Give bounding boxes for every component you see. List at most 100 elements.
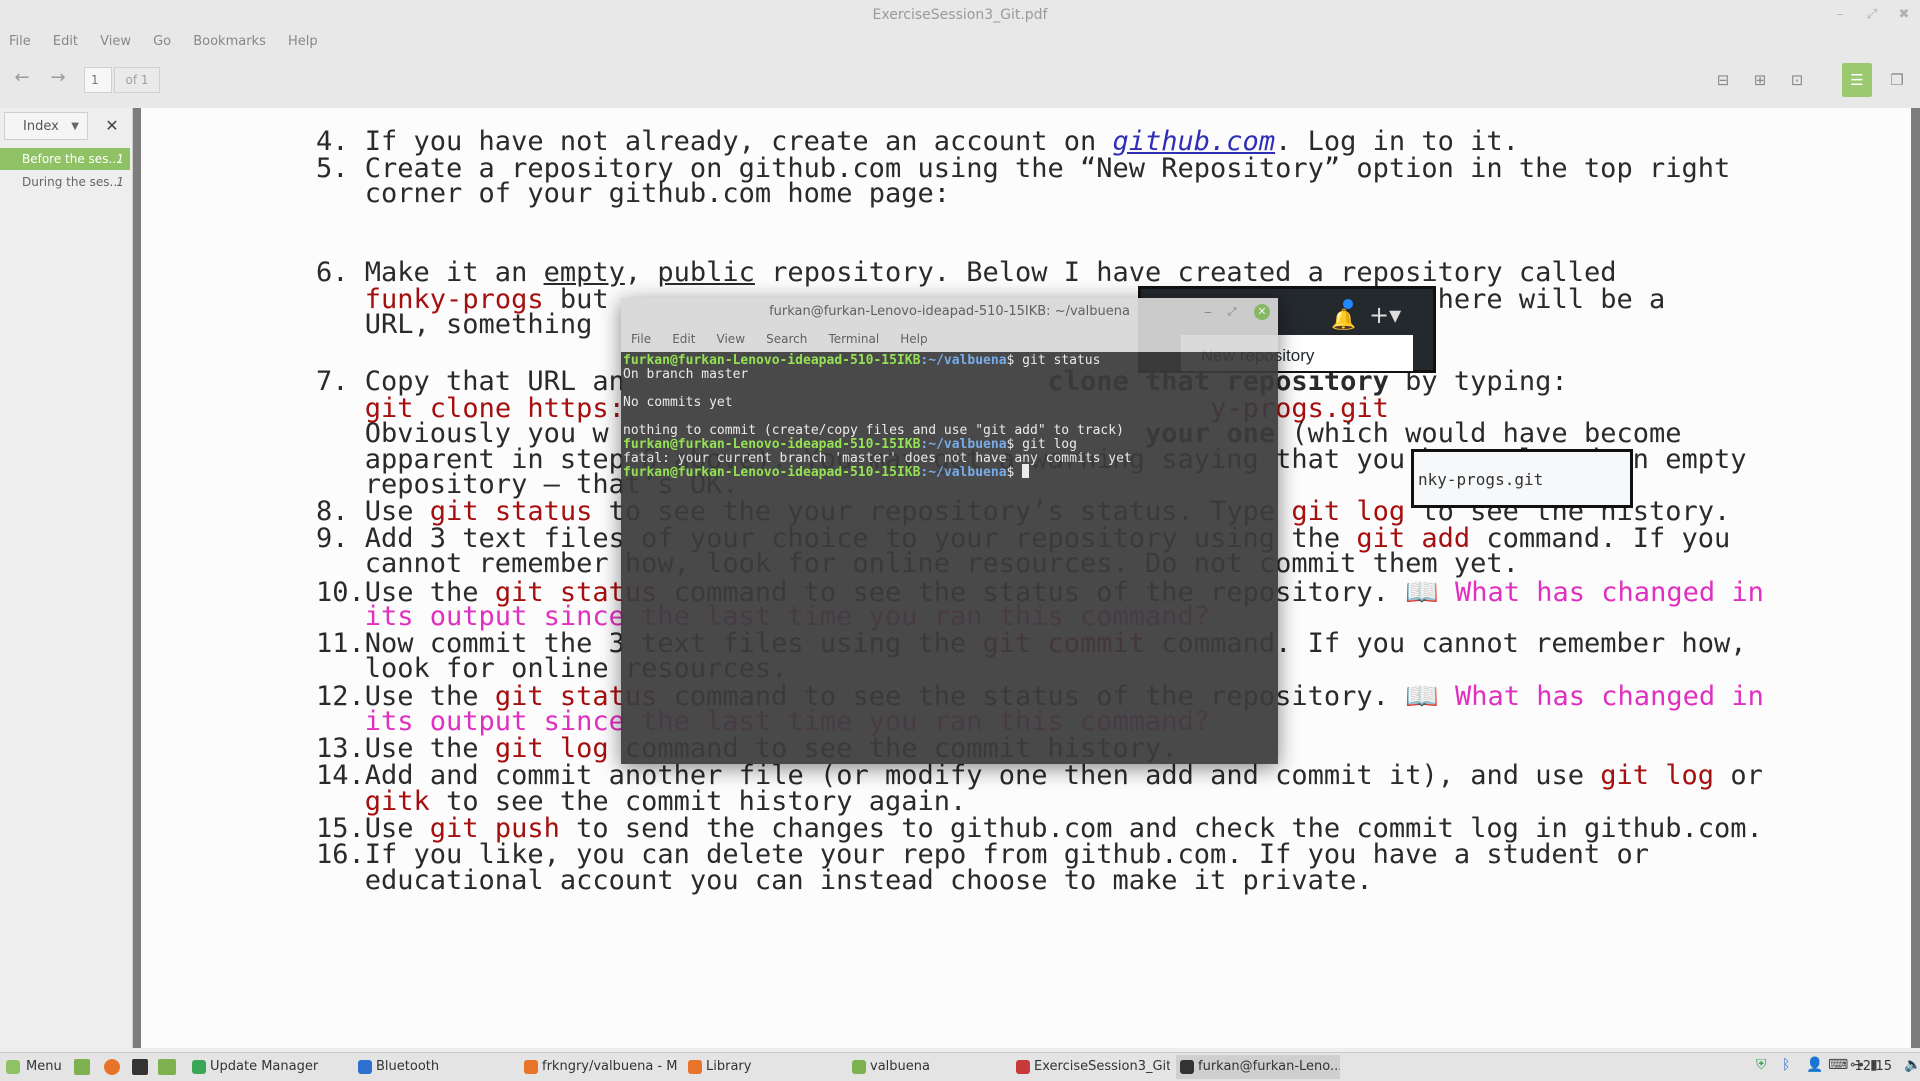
taskbar-item[interactable]: Bluetooth <box>354 1055 512 1079</box>
close-icon[interactable]: ✕ <box>1254 304 1270 320</box>
toc-item-before-session[interactable]: Before the ses... 1 <box>0 148 130 170</box>
taskbar-item[interactable]: Library <box>684 1055 842 1079</box>
toc-item-page: 1 <box>116 175 124 189</box>
sidebar-mode-select[interactable]: Index ▼ <box>4 112 88 140</box>
terminal-output[interactable]: furkan@furkan-Lenovo-ideapad-510-15IKB:~… <box>621 352 1278 764</box>
close-icon[interactable]: ✖ <box>1888 0 1920 30</box>
sidebar: Index ▼ ✕ Before the ses... 1 During the… <box>0 108 133 1048</box>
git-command: git log <box>1600 760 1715 791</box>
document-text-span: 📖 What has changed in <box>1405 577 1764 608</box>
menu-view[interactable]: View <box>100 31 131 53</box>
taskbar-item-label: furkan@furkan-Leno... <box>1198 1059 1340 1074</box>
show-desktop-icon[interactable] <box>74 1059 90 1075</box>
taskbar-item[interactable]: valbuena <box>848 1055 1006 1079</box>
document-text-span: corner of your <box>316 178 609 209</box>
document-text-span: and <box>1193 760 1276 791</box>
chevron-down-icon: ▼ <box>71 121 79 132</box>
document-text-span: educational account you can instead choo… <box>316 865 1373 896</box>
menu-go[interactable]: Go <box>153 31 171 53</box>
taskbar: Menu Update Manager Bluetooth frkngry/valb… <box>0 1052 1920 1081</box>
document-text-span: commit <box>1275 760 1373 791</box>
command-text: $ <box>1006 465 1023 480</box>
repo-url-box: nky-progs.git <box>1411 449 1633 508</box>
files-launcher-icon[interactable] <box>158 1059 176 1075</box>
page-number-input[interactable]: 1 <box>84 67 112 93</box>
taskbar-item-label: Update Manager <box>210 1059 319 1074</box>
user-icon[interactable]: 👤 <box>1806 1057 1823 1073</box>
terminal-menu-search[interactable]: Search <box>766 326 807 352</box>
window-titlebar: ExerciseSession3_Git.pdf – ⤢ ✖ <box>0 0 1920 30</box>
prompt-user: furkan@furkan-Lenovo-ideapad-510-15IKB <box>623 465 921 480</box>
terminal-output-line: On branch master <box>623 367 749 382</box>
document-text-span: using the “New Repository” option in the… <box>901 153 1731 184</box>
terminal-menu-edit[interactable]: Edit <box>672 326 695 352</box>
terminal-window[interactable]: furkan@furkan-Lenovo-ideapad-510-15IKB: … <box>621 298 1278 764</box>
terminal-output-line: No commits yet <box>623 395 733 410</box>
taskbar-item-label: valbuena <box>870 1059 930 1074</box>
taskbar-item[interactable]: frkngry/valbuena - M... <box>520 1055 678 1079</box>
minimize-icon[interactable]: – <box>1824 0 1856 30</box>
bluetooth-icon <box>358 1060 372 1074</box>
taskbar-item-label: Library <box>706 1059 752 1074</box>
toc-item-label: Before the ses... <box>22 152 120 166</box>
page-count-label: of 1 <box>114 67 160 93</box>
terminal-command-line: furkan@furkan-Lenovo-ideapad-510-15IKB:~… <box>623 464 1030 481</box>
forward-arrow-icon[interactable]: → <box>44 64 72 92</box>
document-text-span: home page: <box>771 178 950 209</box>
terminal-menu-view[interactable]: View <box>717 326 745 352</box>
menubar: File Edit View Go Bookmarks Help <box>0 30 1920 52</box>
shield-icon[interactable]: ⛨ <box>1756 1057 1767 1073</box>
prompt-path: :~/valbuena <box>920 353 1007 368</box>
start-menu-button[interactable]: Menu <box>2 1055 64 1079</box>
back-arrow-icon[interactable]: ← <box>8 64 36 92</box>
start-menu-label: Menu <box>26 1059 62 1074</box>
text-cursor <box>1022 464 1030 478</box>
prompt-path: :~/valbuena <box>920 465 1007 480</box>
volume-icon[interactable]: 🔈 <box>1904 1057 1920 1073</box>
firefox-launcher-icon[interactable] <box>104 1059 120 1075</box>
document-text-span: or <box>1714 760 1763 791</box>
menu-help[interactable]: Help <box>288 31 318 53</box>
mint-logo-icon <box>6 1060 20 1074</box>
keyboard-icon[interactable]: ⌨ <box>1828 1057 1848 1073</box>
document-line: corner of your github.com home page: <box>316 178 950 209</box>
folder-icon <box>852 1060 866 1074</box>
terminal-titlebar[interactable]: furkan@furkan-Lenovo-ideapad-510-15IKB: … <box>621 298 1278 326</box>
taskbar-item[interactable]: ExerciseSession3_Git... <box>1012 1055 1170 1079</box>
taskbar-item[interactable]: Update Manager <box>188 1055 346 1079</box>
minimize-icon[interactable]: ‒ <box>1198 298 1218 326</box>
terminal-launcher-icon[interactable] <box>132 1059 148 1075</box>
document-text-span: . <box>1746 813 1763 844</box>
document-text-span: github.com <box>608 178 772 209</box>
terminal-menubar: File Edit View Search Terminal Help <box>621 326 1278 352</box>
maximize-icon[interactable]: ⤢ <box>1856 0 1888 30</box>
zoom-in-icon[interactable]: ⊞ <box>1745 66 1775 94</box>
toolbar: ← → <box>0 52 1920 109</box>
firefox-icon <box>688 1060 702 1074</box>
document-text-span: it), and use <box>1372 760 1601 791</box>
firefox-icon <box>524 1060 538 1074</box>
toc-item-during-session[interactable]: During the ses... 1 <box>0 171 130 193</box>
plus-icon: +▾ <box>1369 301 1402 329</box>
taskbar-item-label: frkngry/valbuena - M... <box>542 1059 678 1074</box>
terminal-menu-file[interactable]: File <box>631 326 651 352</box>
terminal-menu-help[interactable]: Help <box>900 326 927 352</box>
sidebar-close-icon[interactable]: ✕ <box>100 112 124 140</box>
sidebar-mode-label: Index <box>23 119 59 134</box>
document-line: educational account you can instead choo… <box>316 865 1373 896</box>
fit-page-icon[interactable]: ⊡ <box>1782 66 1812 94</box>
bell-icon: 🔔 <box>1331 307 1356 331</box>
clock[interactable]: 12:15 <box>1855 1053 1892 1081</box>
menu-file[interactable]: File <box>9 31 31 53</box>
terminal-menu-terminal[interactable]: Terminal <box>828 326 879 352</box>
taskbar-item[interactable]: furkan@furkan-Leno... <box>1176 1055 1340 1079</box>
bluetooth-icon[interactable]: ᛒ <box>1782 1057 1790 1073</box>
menu-bookmarks[interactable]: Bookmarks <box>193 31 266 53</box>
maximize-icon[interactable]: ⤢ <box>1222 298 1242 326</box>
continuous-view-icon[interactable]: ☰ <box>1842 63 1872 97</box>
toc-item-label: During the ses... <box>22 175 121 189</box>
zoom-out-icon[interactable]: ⊟ <box>1708 66 1738 94</box>
menu-edit[interactable]: Edit <box>53 31 78 53</box>
document-text-span: URL, something <box>316 309 609 340</box>
dual-page-icon[interactable]: ❐ <box>1882 66 1912 94</box>
